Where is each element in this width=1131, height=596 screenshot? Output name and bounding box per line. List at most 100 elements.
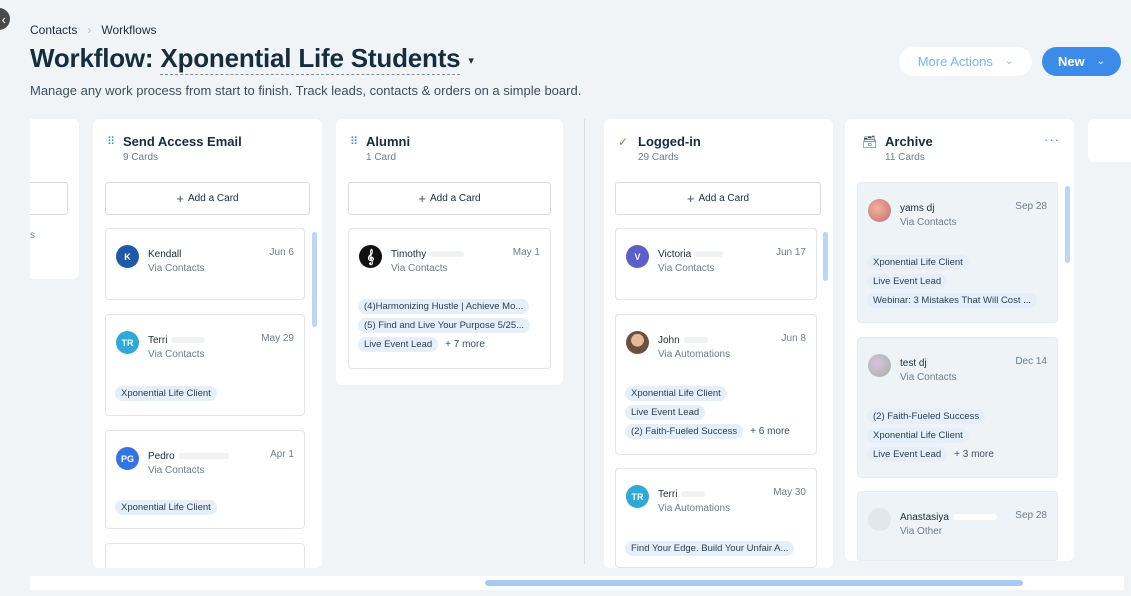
card-name: Victoria — [658, 249, 724, 260]
tag-list: Xponential Life Client Live Event Lead (… — [625, 386, 790, 439]
breadcrumb-workflows[interactable]: Workflows — [101, 23, 156, 37]
tag: Live Event Lead — [358, 337, 439, 352]
column-count: 11 Cards — [885, 152, 925, 163]
contact-card[interactable]: V Victoria Via Contacts Jun 17 — [615, 228, 817, 300]
card-date: Sep 28 — [1015, 510, 1047, 521]
avatar: TR — [626, 485, 649, 508]
card-source: Via Contacts — [148, 465, 205, 476]
tag: Xponential Life Client — [115, 500, 217, 515]
tag: (5) Find and Live Your Purpose 5/25... — [358, 318, 531, 333]
card-name: Kendall — [148, 249, 182, 260]
drag-handle-icon[interactable]: ⠿ — [350, 135, 358, 148]
more-tags-link[interactable]: + 6 more — [750, 426, 790, 437]
more-actions-button[interactable]: More Actions ⌄ — [899, 47, 1032, 76]
contact-card[interactable]: 𝄞 Timothy Via Contacts May 1 (4)Harmoniz… — [348, 228, 551, 369]
column-alumni: ⠿ Alumni 1 Card + Add a Card 𝄞 Timothy Vi… — [336, 119, 563, 385]
tag: Live Event Lead — [867, 274, 948, 289]
avatar-photo — [626, 331, 649, 354]
tag-list: (2) Faith-Fueled Success Xponential Life… — [867, 409, 994, 462]
avatar: V — [626, 245, 649, 268]
plus-icon: + — [686, 191, 695, 206]
avatar: PG — [116, 447, 139, 470]
column-title: Archive — [885, 134, 933, 149]
card-source: Via Automations — [658, 349, 731, 360]
avatar-placeholder — [868, 508, 891, 531]
card-source: Via Contacts — [391, 263, 448, 274]
card-date: Jun 8 — [781, 333, 806, 344]
tag: Xponential Life Client — [625, 386, 727, 401]
tag: (2) Faith-Fueled Success — [625, 424, 744, 439]
card-date: May 29 — [261, 333, 294, 344]
contact-card[interactable]: Anastasiya Via Other Sep 28 — [857, 491, 1058, 561]
partial-text: s — [30, 230, 35, 241]
column-partial: s — [30, 119, 79, 279]
breadcrumb: Contacts › Workflows — [30, 23, 156, 37]
chevron-down-icon[interactable]: ▾ — [468, 54, 474, 67]
contact-card[interactable]: John Via Automations Jun 8 Xponential Li… — [615, 314, 817, 455]
column-title: Logged-in — [638, 134, 701, 149]
back-button[interactable]: ‹ — [0, 8, 10, 30]
drag-handle-icon[interactable]: ⠿ — [107, 135, 115, 148]
column-scrollbar[interactable] — [823, 232, 828, 281]
card-date: Jun 17 — [775, 247, 806, 258]
card-name: Terri — [148, 335, 206, 346]
tag: Webinar: 3 Mistakes That Will Cost ... — [867, 293, 1038, 308]
column-logged-in: ✓ Logged-in 29 Cards + Add a Card V Victo… — [604, 119, 833, 568]
add-card-button[interactable]: + Add a Card — [615, 182, 821, 215]
stage-divider — [584, 119, 585, 564]
more-options-icon[interactable]: ··· — [1044, 132, 1060, 147]
more-tags-link[interactable]: + 7 more — [445, 339, 485, 350]
new-label: New — [1057, 54, 1085, 69]
tag-list: (4)Harmonizing Hustle | Achieve Mo... (5… — [358, 299, 531, 352]
card-name: Anastasiya — [900, 512, 997, 523]
contact-card[interactable]: K Kendall Via Contacts Jun 6 — [105, 228, 305, 300]
card-name: John — [658, 335, 708, 346]
avatar: TR — [116, 331, 139, 354]
chevron-right-icon: › — [87, 23, 92, 37]
avatar-photo — [868, 199, 891, 222]
contact-card[interactable]: yams dj Via Contacts Sep 28 Xponential L… — [857, 182, 1058, 323]
add-card-button[interactable]: + Add a Card — [105, 182, 310, 215]
plus-icon: + — [418, 191, 426, 206]
contact-card[interactable]: TR Terri Via Automations May 30 Find You… — [615, 468, 817, 568]
contact-card[interactable]: TR Terri Via Contacts May 29 Xponential … — [105, 314, 305, 416]
avatar-photo — [868, 354, 891, 377]
add-card-button[interactable] — [30, 182, 68, 215]
card-source: Via Contacts — [148, 263, 205, 274]
add-card-label: Add a Card — [698, 193, 750, 204]
card-name: test dj — [900, 358, 927, 369]
chevron-left-icon: ‹ — [1, 11, 6, 27]
contact-card[interactable] — [105, 543, 305, 568]
card-date: Jun 6 — [269, 247, 294, 258]
card-name: Timothy — [391, 249, 465, 260]
card-date: May 1 — [512, 247, 540, 258]
contact-card[interactable]: PG Pedro Via Contacts Apr 1 Xponential L… — [105, 430, 305, 529]
more-tags-link[interactable]: + 3 more — [954, 449, 994, 460]
card-source: Via Contacts — [148, 349, 205, 360]
contact-card[interactable]: test dj Via Contacts Dec 14 (2) Faith-Fu… — [857, 337, 1058, 478]
card-date: Apr 1 — [270, 449, 294, 460]
chevron-down-icon: ⌄ — [1096, 56, 1106, 67]
board-scroll-thumb[interactable] — [485, 580, 1023, 586]
add-card-button[interactable]: + Add a Card — [348, 182, 551, 215]
add-card-label: Add a Card — [430, 193, 481, 204]
workflow-name-selector[interactable]: Xponential Life Students — [160, 43, 461, 75]
column-scrollbar[interactable] — [1065, 186, 1070, 263]
new-button[interactable]: New ⌄ — [1042, 47, 1121, 76]
page-subtitle: Manage any work process from start to fi… — [30, 83, 582, 98]
tag: Xponential Life Client — [867, 428, 969, 443]
card-source: Via Contacts — [900, 372, 957, 383]
column-title: Alumni — [366, 134, 411, 149]
column-count: 9 Cards — [123, 152, 159, 163]
card-date: Dec 14 — [1015, 356, 1047, 367]
breadcrumb-contacts[interactable]: Contacts — [30, 23, 77, 37]
column-count: 29 Cards — [638, 152, 679, 163]
card-source: Via Contacts — [900, 217, 957, 228]
card-name: Terri — [658, 489, 706, 500]
column-scrollbar[interactable] — [312, 232, 317, 327]
column-count: 1 Card — [366, 152, 397, 163]
column-send-access-email: ⠿ Send Access Email 9 Cards + Add a Card … — [93, 119, 322, 568]
card-source: Via Other — [900, 526, 943, 537]
tag: (2) Faith-Fueled Success — [867, 409, 986, 424]
checkmark-icon: ✓ — [618, 135, 629, 149]
